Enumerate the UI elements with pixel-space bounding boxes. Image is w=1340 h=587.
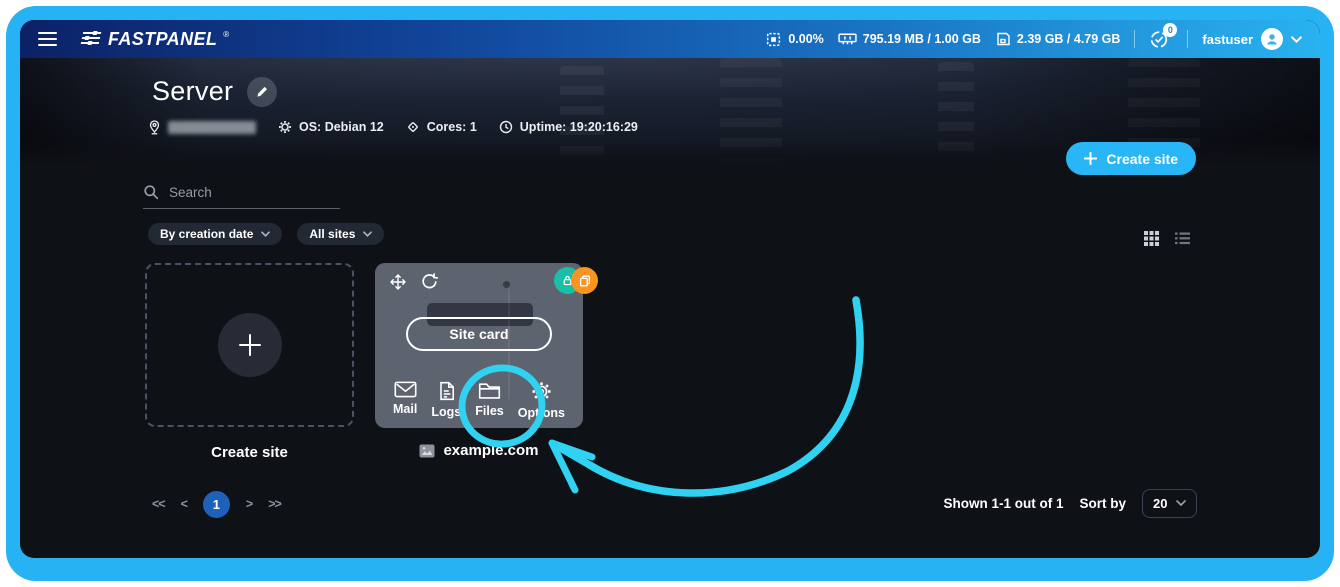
topbar-divider bbox=[1134, 30, 1135, 48]
server-uptime-item: Uptime: 19:20:16:29 bbox=[499, 120, 638, 134]
disk-usage-value: 2.39 GB / 4.79 GB bbox=[1017, 32, 1121, 46]
create-site-card-label: Create site bbox=[145, 444, 354, 461]
create-site-card[interactable] bbox=[145, 263, 354, 427]
site-action-options-label: Options bbox=[518, 406, 565, 420]
location-icon bbox=[148, 119, 161, 135]
create-site-plus-circle bbox=[218, 313, 282, 377]
brand-equalizer-icon bbox=[81, 30, 102, 46]
server-ip-item bbox=[148, 119, 256, 135]
shown-count-text: Shown 1-1 out of 1 bbox=[943, 496, 1063, 511]
pagination: << < 1 > >> bbox=[152, 490, 281, 518]
filter-sites-dropdown[interactable]: All sites bbox=[297, 223, 384, 245]
avatar bbox=[1261, 28, 1283, 50]
tasks-button[interactable]: 0 bbox=[1149, 28, 1173, 50]
results-footer: Shown 1-1 out of 1 Sort by 20 bbox=[943, 488, 1197, 518]
copy-badge[interactable] bbox=[571, 267, 598, 294]
brand-name: FASTPANEL bbox=[108, 30, 217, 48]
plus-icon bbox=[238, 333, 262, 357]
site-action-logs[interactable]: Logs bbox=[431, 381, 461, 420]
chevron-down-icon bbox=[1176, 500, 1186, 506]
os-gear-icon bbox=[278, 120, 292, 134]
site-action-files[interactable]: Files bbox=[475, 381, 504, 420]
pagination-next[interactable]: > bbox=[246, 497, 252, 511]
ram-usage-stat: 795.19 MB / 1.00 GB bbox=[838, 32, 981, 46]
redacted-ip-address bbox=[168, 121, 256, 134]
files-folder-icon bbox=[478, 381, 501, 400]
site-domain-label: example.com bbox=[443, 442, 538, 459]
disk-usage-stat: 2.39 GB / 4.79 GB bbox=[995, 31, 1121, 47]
site-domain[interactable]: example.com bbox=[375, 442, 583, 459]
grid-view-icon[interactable] bbox=[1141, 228, 1161, 248]
options-gear-icon bbox=[531, 381, 552, 402]
chevron-down-icon bbox=[363, 231, 372, 237]
server-os-text: OS: Debian 12 bbox=[299, 120, 384, 134]
filter-sites-label: All sites bbox=[309, 227, 355, 241]
page-size-dropdown[interactable]: 20 bbox=[1142, 489, 1197, 518]
page-title: Server bbox=[152, 76, 233, 107]
username: fastuser bbox=[1202, 32, 1253, 47]
server-os-item: OS: Debian 12 bbox=[278, 120, 384, 134]
filter-sort-dropdown[interactable]: By creation date bbox=[148, 223, 282, 245]
chevron-down-icon bbox=[1291, 36, 1302, 43]
site-card-button[interactable]: Site card bbox=[406, 317, 552, 351]
fastpanel-window: FASTPANEL ® 0.00% bbox=[0, 0, 1340, 587]
topbar-divider bbox=[1187, 30, 1188, 48]
site-thumbnail-detail bbox=[503, 281, 510, 288]
server-uptime-text: Uptime: 19:20:16:29 bbox=[520, 120, 638, 134]
pagination-prev[interactable]: < bbox=[181, 497, 187, 511]
site-screenshot-icon bbox=[419, 444, 435, 458]
search-input[interactable] bbox=[169, 185, 346, 200]
ram-usage-value: 795.19 MB / 1.00 GB bbox=[863, 32, 981, 46]
disk-icon bbox=[995, 31, 1011, 47]
refresh-site-icon[interactable] bbox=[419, 272, 439, 292]
menu-hamburger-icon[interactable] bbox=[38, 32, 57, 46]
cores-diamond-icon bbox=[406, 120, 420, 134]
pagination-first[interactable]: << bbox=[152, 497, 165, 511]
copy-icon bbox=[578, 274, 592, 288]
user-menu[interactable]: fastuser bbox=[1202, 28, 1302, 50]
logs-icon bbox=[437, 381, 455, 401]
site-action-mail-label: Mail bbox=[393, 402, 417, 416]
server-cores-text: Cores: 1 bbox=[427, 120, 477, 134]
brand-registered-mark: ® bbox=[223, 31, 229, 39]
move-site-icon[interactable] bbox=[388, 272, 408, 292]
create-site-button-label: Create site bbox=[1106, 151, 1178, 167]
site-action-mail[interactable]: Mail bbox=[393, 381, 417, 420]
page-size-value: 20 bbox=[1153, 496, 1167, 511]
chevron-down-icon bbox=[261, 231, 270, 237]
brand-logo[interactable]: FASTPANEL ® bbox=[81, 30, 229, 48]
search-field bbox=[143, 184, 340, 209]
site-action-logs-label: Logs bbox=[431, 405, 461, 419]
ram-icon bbox=[838, 32, 857, 46]
app-surface: FASTPANEL ® 0.00% bbox=[20, 20, 1320, 558]
mail-icon bbox=[394, 381, 417, 398]
site-action-options[interactable]: Options bbox=[518, 381, 565, 420]
edit-server-name-button[interactable] bbox=[247, 77, 277, 107]
pagination-current-page[interactable]: 1 bbox=[203, 491, 230, 518]
server-meta: OS: Debian 12 Cores: 1 Uptime: 19:20: bbox=[148, 119, 638, 135]
plus-icon bbox=[1084, 152, 1097, 165]
site-action-files-label: Files bbox=[475, 404, 504, 418]
create-site-button[interactable]: Create site bbox=[1066, 142, 1196, 175]
pagination-last[interactable]: >> bbox=[268, 497, 281, 511]
site-card[interactable]: Site card Mail Logs bbox=[375, 263, 583, 428]
server-cores-item: Cores: 1 bbox=[406, 120, 477, 134]
search-icon bbox=[143, 184, 159, 200]
topbar: FASTPANEL ® 0.00% bbox=[20, 20, 1320, 58]
cpu-usage-value: 0.00% bbox=[788, 32, 823, 46]
uptime-clock-icon bbox=[499, 120, 513, 134]
tasks-badge: 0 bbox=[1163, 23, 1177, 37]
cpu-icon bbox=[765, 31, 782, 48]
cpu-usage-stat: 0.00% bbox=[765, 31, 823, 48]
sort-by-label: Sort by bbox=[1079, 496, 1126, 511]
filter-sort-label: By creation date bbox=[160, 227, 253, 241]
list-view-icon[interactable] bbox=[1172, 228, 1192, 248]
